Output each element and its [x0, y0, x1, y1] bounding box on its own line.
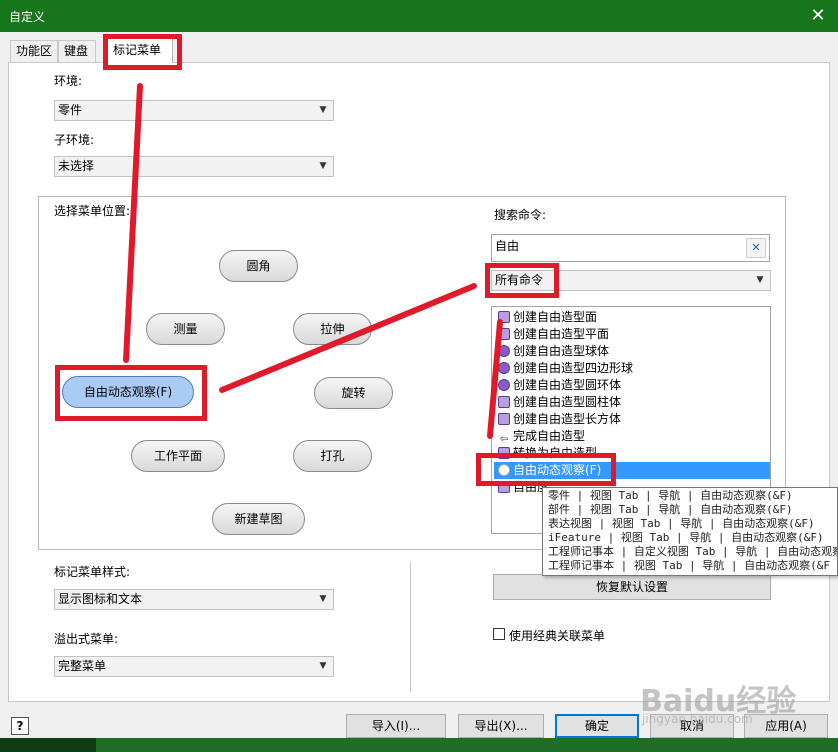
list-item-selected[interactable]: 自由动态观察(F): [494, 462, 770, 479]
menu-slot-extrude[interactable]: 拉伸: [293, 313, 372, 345]
chevron-down-icon: ▼: [319, 161, 327, 171]
chevron-down-icon: ▼: [319, 661, 327, 671]
taskbar-strip: [0, 738, 838, 752]
baidu-watermark-url: jingyan.baidu.com: [642, 712, 753, 726]
title-bar: 自定义 ✕: [0, 0, 838, 32]
freeform-quadball-icon: [498, 362, 510, 374]
environment-value: 零件: [58, 103, 83, 117]
freeform-torus-icon: [498, 379, 510, 391]
chevron-down-icon: ▼: [756, 275, 764, 285]
help-icon[interactable]: ?: [11, 717, 29, 735]
list-item[interactable]: 创建自由造型球体: [494, 343, 770, 360]
list-item[interactable]: 创建自由造型圆柱体: [494, 394, 770, 411]
environment-label: 环境:: [54, 74, 83, 88]
restore-defaults-button[interactable]: 恢复默认设置: [493, 574, 771, 600]
tooltip-line: iFeature | 视图 Tab | 导航 | 自由动态观察(&F): [548, 531, 824, 544]
freeform-sphere-icon: [498, 345, 510, 357]
menu-slot-new-sketch[interactable]: 新建草图: [212, 503, 305, 535]
freeform-cylinder-icon: [498, 396, 510, 408]
tab-ribbon[interactable]: 功能区: [10, 40, 58, 63]
list-item[interactable]: 创建自由造型圆环体: [494, 377, 770, 394]
menu-slot-revolve[interactable]: 旋转: [314, 377, 393, 409]
vertical-divider: [410, 562, 411, 692]
overflow-menu-label: 溢出式菜单:: [54, 632, 119, 646]
list-item[interactable]: 创建自由造型长方体: [494, 411, 770, 428]
tab-keyboard[interactable]: 键盘: [58, 40, 96, 63]
menu-slot-free-orbit[interactable]: 自由动态观察(F): [62, 376, 194, 408]
convert-freeform-icon: [498, 447, 510, 459]
window-title: 自定义: [9, 10, 46, 24]
list-item[interactable]: ⇦ 完成自由造型: [494, 428, 770, 445]
list-item[interactable]: 创建自由造型四边形球: [494, 360, 770, 377]
freeform-face-icon: [498, 311, 510, 323]
tooltip-line: 工程师记事本 | 视图 Tab | 导航 | 自由动态观察(&F: [548, 559, 830, 572]
chevron-down-icon: ▼: [319, 105, 327, 115]
tooltip-line: 零件 | 视图 Tab | 导航 | 自由动态观察(&F): [548, 489, 793, 502]
sub-environment-select[interactable]: 未选择 ▼: [54, 156, 334, 177]
ok-button[interactable]: 确定: [555, 714, 639, 738]
search-label: 搜索命令:: [494, 208, 547, 222]
menu-style-select[interactable]: 显示图标和文本 ▼: [54, 589, 334, 610]
tooltip-line: 表达视图 | 视图 Tab | 导航 | 自由动态观察(&F): [548, 517, 815, 530]
clear-icon[interactable]: ✕: [746, 238, 766, 258]
command-filter-value: 所有命令: [495, 273, 544, 287]
menu-slot-work-plane[interactable]: 工作平面: [131, 440, 225, 472]
import-button[interactable]: 导入(I)...: [346, 714, 446, 738]
tooltip-line: 工程师记事本 | 自定义视图 Tab | 导航 | 自由动态观察: [548, 545, 838, 558]
export-button[interactable]: 导出(X)...: [458, 714, 544, 738]
menu-slot-hole[interactable]: 打孔: [293, 440, 372, 472]
free-orbit-icon: [498, 464, 510, 476]
tooltip-line: 部件 | 视图 Tab | 导航 | 自由动态观察(&F): [548, 503, 793, 516]
menu-slot-measure[interactable]: 测量: [146, 313, 225, 345]
close-icon[interactable]: ✕: [804, 2, 832, 30]
menu-style-value: 显示图标和文本: [58, 592, 143, 606]
list-item[interactable]: 转换为自由造型: [494, 445, 770, 462]
overflow-menu-select[interactable]: 完整菜单 ▼: [54, 656, 334, 677]
degrees-of-freedom-icon: [498, 481, 510, 493]
sub-environment-label: 子环境:: [54, 133, 95, 147]
chevron-down-icon: ▼: [319, 594, 327, 604]
classic-menu-checkbox[interactable]: [493, 628, 505, 640]
freeform-box-icon: [498, 413, 510, 425]
freeform-plane-icon: [498, 328, 510, 340]
list-item[interactable]: 创建自由造型平面: [494, 326, 770, 343]
search-value: 自由: [495, 239, 520, 253]
list-item[interactable]: 创建自由造型面: [494, 309, 770, 326]
sub-environment-value: 未选择: [58, 159, 95, 173]
classic-menu-label: 使用经典关联菜单: [509, 629, 606, 643]
environment-select[interactable]: 零件 ▼: [54, 100, 334, 121]
command-tooltip: 零件 | 视图 Tab | 导航 | 自由动态观察(&F) 部件 | 视图 Ta…: [542, 487, 838, 576]
search-input[interactable]: 自由 ✕: [491, 234, 770, 262]
tab-marking-menu[interactable]: 标记菜单: [107, 37, 173, 63]
menu-style-label: 标记菜单样式:: [54, 565, 131, 579]
overflow-menu-value: 完整菜单: [58, 659, 107, 673]
menu-slot-fillet[interactable]: 圆角: [219, 250, 298, 282]
command-filter-select[interactable]: 所有命令 ▼: [491, 270, 771, 291]
menu-position-label: 选择菜单位置:: [52, 202, 133, 219]
